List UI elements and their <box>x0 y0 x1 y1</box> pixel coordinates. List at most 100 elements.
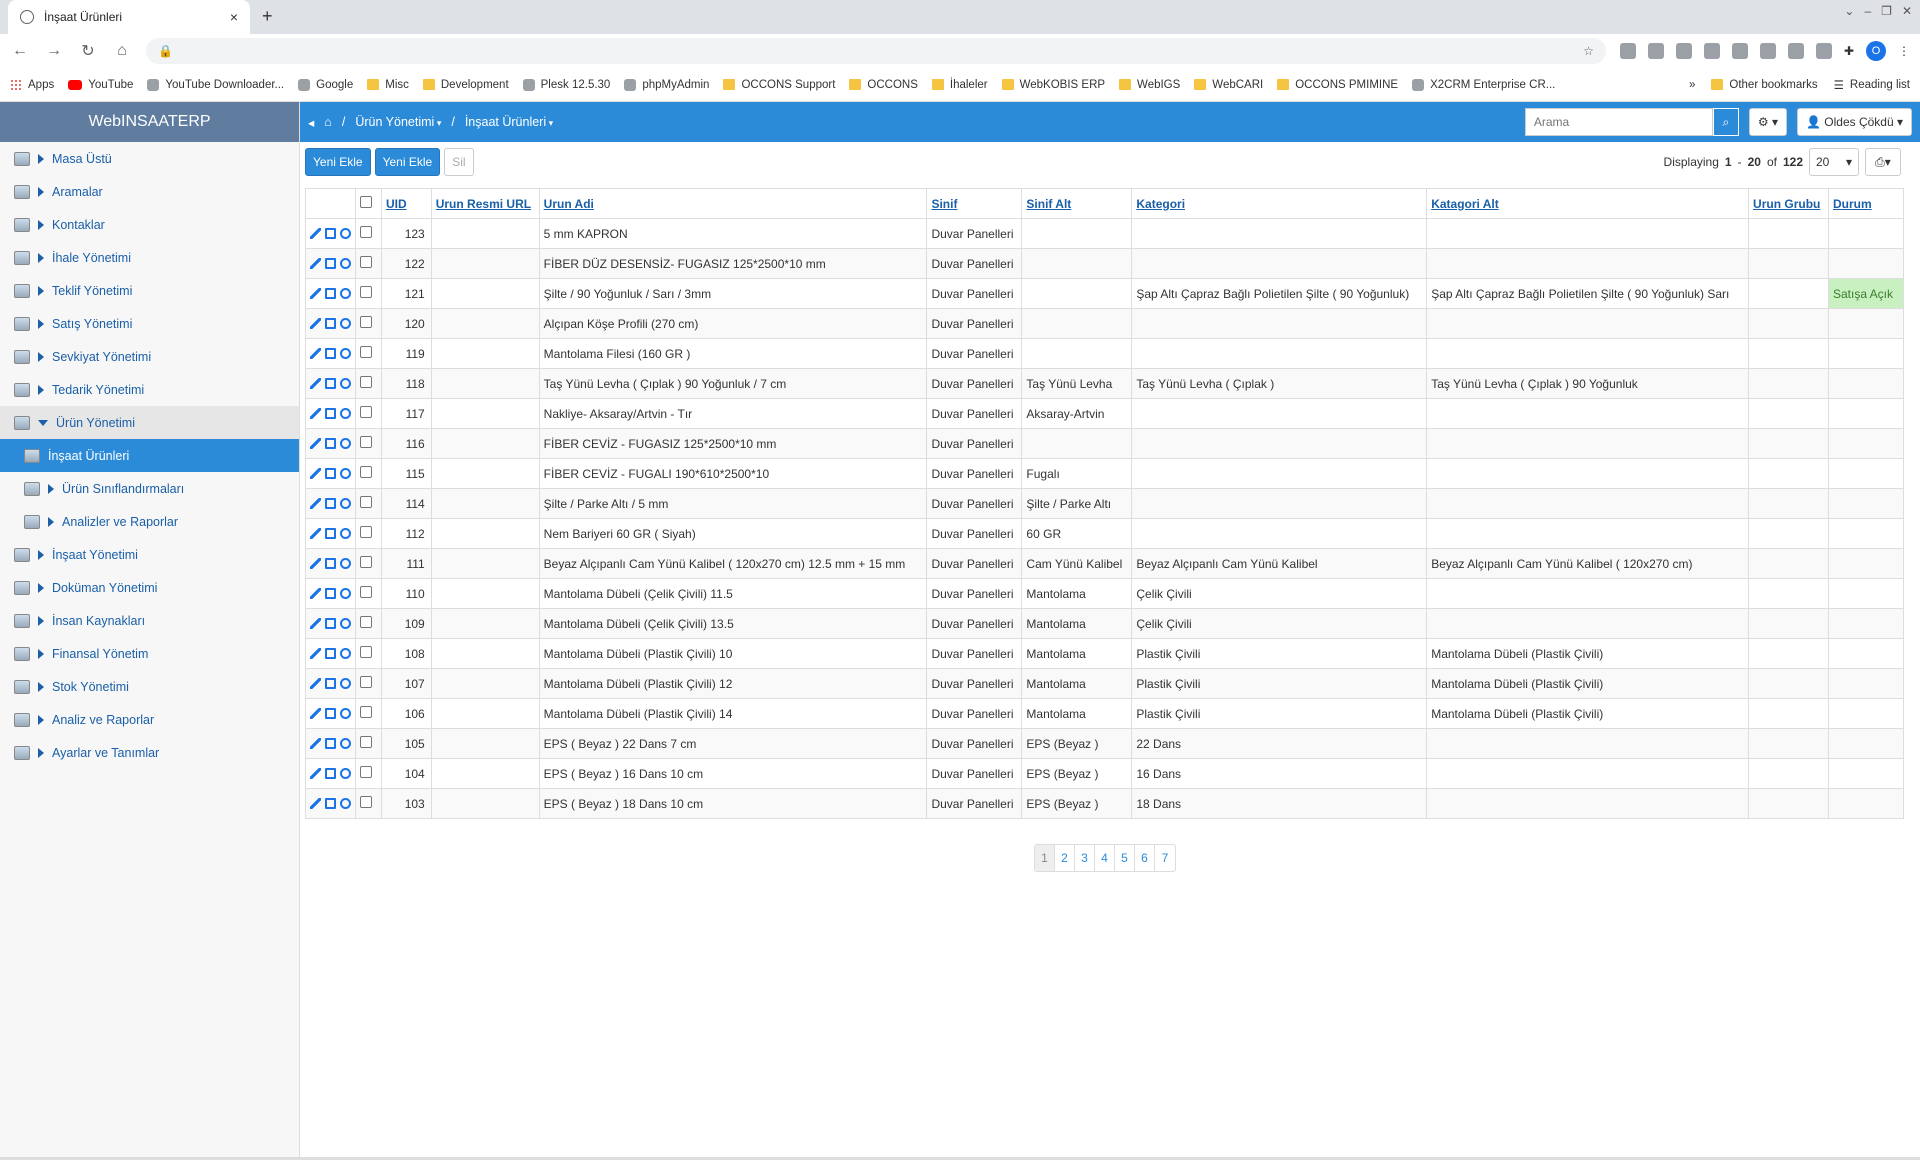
page-link[interactable]: 7 <box>1155 845 1175 871</box>
bookmark-item[interactable]: OCCONS <box>849 79 918 91</box>
bookmark-item[interactable]: YouTube <box>68 79 133 91</box>
column-header[interactable]: Sinif <box>926 188 1023 219</box>
home-icon[interactable]: ⌂ <box>112 42 132 60</box>
copy-icon[interactable] <box>325 498 336 509</box>
settings-dropdown[interactable]: ⚙ ▾ <box>1748 108 1787 136</box>
edit-icon[interactable] <box>310 618 321 629</box>
edit-icon[interactable] <box>310 708 321 719</box>
reload-icon[interactable]: ↻ <box>78 41 98 61</box>
view-icon[interactable] <box>340 768 351 779</box>
edit-icon[interactable] <box>310 378 321 389</box>
bookmark-item[interactable]: Apps <box>10 78 54 91</box>
restore-icon[interactable]: ❐ <box>1881 4 1892 18</box>
bookmark-item[interactable]: YouTube Downloader... <box>147 78 284 91</box>
wikipedia-extension-icon[interactable] <box>1675 43 1692 59</box>
copy-icon[interactable] <box>325 228 336 239</box>
sidebar-item[interactable]: Analiz ve Raporlar <box>0 703 299 736</box>
sidebar-item[interactable]: Ürün Sınıflandırmaları <box>0 472 299 505</box>
browser-tab[interactable]: İnşaat Ürünleri × <box>8 0 250 34</box>
forward-icon[interactable]: → <box>44 42 64 60</box>
infinity-extension-icon[interactable] <box>1731 43 1748 59</box>
edit-icon[interactable] <box>310 498 321 509</box>
sidebar-item[interactable]: Doküman Yönetimi <box>0 571 299 604</box>
copy-icon[interactable] <box>325 588 336 599</box>
view-icon[interactable] <box>340 558 351 569</box>
bookmark-item[interactable]: Google <box>298 78 353 91</box>
view-icon[interactable] <box>340 528 351 539</box>
profile-avatar[interactable]: O <box>1866 41 1886 61</box>
print-button[interactable]: ⎙ ▾ <box>1865 148 1901 176</box>
view-icon[interactable] <box>340 738 351 749</box>
add-new-button[interactable]: Yeni Ekle <box>305 148 371 176</box>
row-checkbox[interactable] <box>360 406 372 418</box>
view-icon[interactable] <box>340 588 351 599</box>
view-icon[interactable] <box>340 438 351 449</box>
star-icon[interactable]: ☆ <box>1583 44 1594 58</box>
edit-icon[interactable] <box>310 648 321 659</box>
view-icon[interactable] <box>340 468 351 479</box>
bookmark-item[interactable]: İhaleler <box>931 79 988 91</box>
page-link[interactable]: 5 <box>1115 845 1135 871</box>
row-checkbox[interactable] <box>360 556 372 568</box>
sidebar-item[interactable]: İnşaat Yönetimi <box>0 538 299 571</box>
copy-icon[interactable] <box>325 528 336 539</box>
edit-icon[interactable] <box>310 228 321 239</box>
sidebar-item[interactable]: Kontaklar <box>0 208 299 241</box>
copy-icon[interactable] <box>325 348 336 359</box>
copy-icon[interactable] <box>325 648 336 659</box>
edit-icon[interactable] <box>310 558 321 569</box>
vpn-extension-icon[interactable] <box>1759 43 1776 59</box>
copy-icon[interactable] <box>325 438 336 449</box>
copy-icon[interactable] <box>325 318 336 329</box>
view-icon[interactable] <box>340 618 351 629</box>
row-checkbox[interactable] <box>360 586 372 598</box>
menu-dots-icon[interactable]: ⋮ <box>1898 44 1910 58</box>
column-header[interactable]: Urun Resmi URL <box>430 188 540 219</box>
view-icon[interactable] <box>340 378 351 389</box>
copy-icon[interactable] <box>325 768 336 779</box>
row-checkbox[interactable] <box>360 526 372 538</box>
row-checkbox[interactable] <box>360 226 372 238</box>
add-new-button-2[interactable]: Yeni Ekle <box>374 148 441 176</box>
edit-icon[interactable] <box>310 408 321 419</box>
bookmark-item[interactable]: X2CRM Enterprise CR... <box>1412 78 1555 91</box>
page-link[interactable]: 2 <box>1055 845 1075 871</box>
column-header[interactable]: Kategori <box>1131 188 1428 219</box>
sidebar-item[interactable]: Finansal Yönetim <box>0 637 299 670</box>
minimize-icon[interactable]: – <box>1864 4 1871 18</box>
row-checkbox[interactable] <box>360 256 372 268</box>
copy-icon[interactable] <box>325 708 336 719</box>
copy-icon[interactable] <box>325 798 336 809</box>
row-checkbox[interactable] <box>360 736 372 748</box>
view-icon[interactable] <box>340 348 351 359</box>
sidebar-item[interactable]: İnşaat Ürünleri <box>0 439 299 472</box>
edit-icon[interactable] <box>310 738 321 749</box>
sidebar-item[interactable]: Ürün Yönetimi <box>0 406 299 439</box>
view-icon[interactable] <box>340 648 351 659</box>
search-input[interactable] <box>1524 108 1713 136</box>
bookmark-item[interactable]: WebIGS <box>1119 79 1180 91</box>
row-checkbox[interactable] <box>360 466 372 478</box>
edit-icon[interactable] <box>310 768 321 779</box>
page-link[interactable]: 3 <box>1075 845 1095 871</box>
recycle-extension-icon[interactable] <box>1647 43 1664 59</box>
home-icon[interactable]: ⌂ <box>324 115 332 129</box>
brand-logo[interactable]: WebINSAATERP <box>0 102 299 142</box>
edit-icon[interactable] <box>310 528 321 539</box>
sidebar-item[interactable]: Analizler ve Raporlar <box>0 505 299 538</box>
column-header[interactable]: Durum <box>1827 188 1905 219</box>
row-checkbox[interactable] <box>360 706 372 718</box>
row-checkbox[interactable] <box>360 616 372 628</box>
column-header[interactable]: Katagori Alt <box>1426 188 1750 219</box>
view-icon[interactable] <box>340 408 351 419</box>
view-icon[interactable] <box>340 498 351 509</box>
column-header[interactable]: Urun Adi <box>538 188 928 219</box>
translate-extension-icon[interactable] <box>1619 43 1636 59</box>
sidebar-item[interactable]: Tedarik Yönetimi <box>0 373 299 406</box>
column-header[interactable]: Urun Grubu <box>1748 188 1829 219</box>
new-extension-icon[interactable] <box>1815 43 1832 59</box>
column-header[interactable]: UID <box>380 188 432 219</box>
sidebar-item[interactable]: Aramalar <box>0 175 299 208</box>
edit-icon[interactable] <box>310 798 321 809</box>
copy-icon[interactable] <box>325 258 336 269</box>
